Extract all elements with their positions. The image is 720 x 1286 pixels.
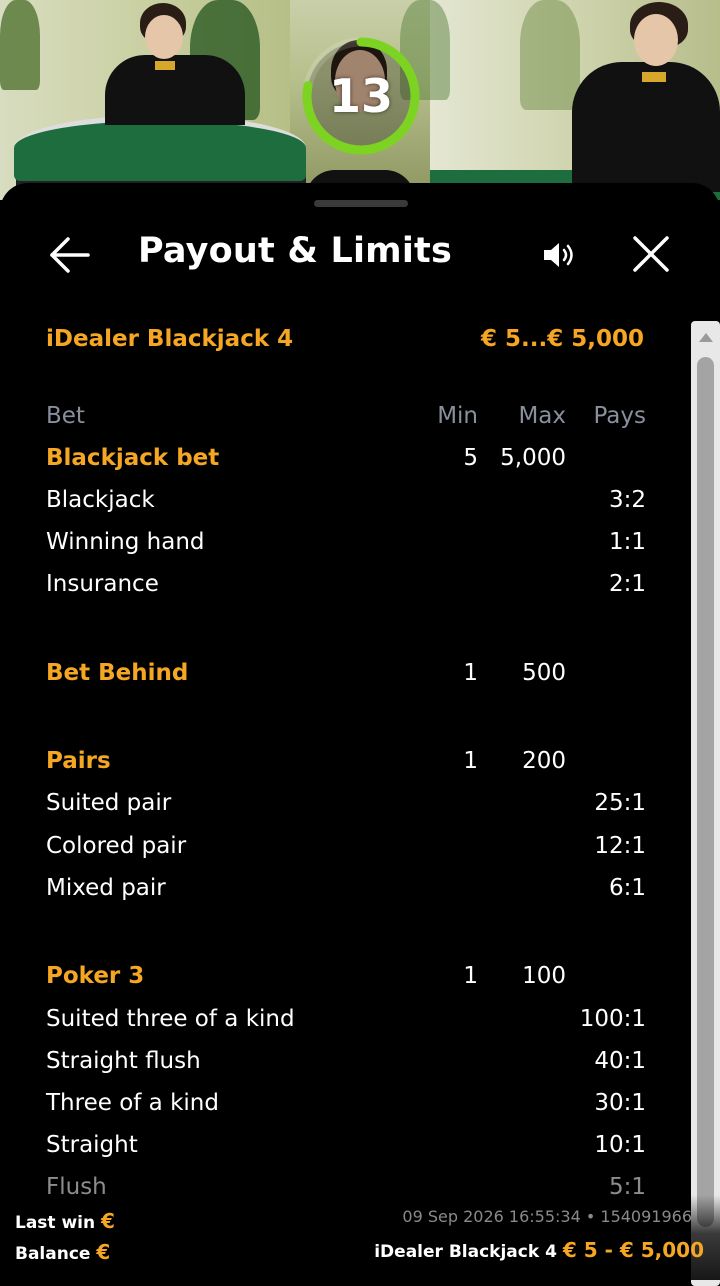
bet-name: Blackjack bet <box>46 445 220 471</box>
close-button[interactable] <box>630 233 672 275</box>
bet-pays: 6:1 <box>608 875 646 901</box>
payout-row: Straight 10:1 <box>46 1132 646 1166</box>
bet-category-row: Bet Behind 1 500 <box>46 660 646 694</box>
bet-pays: 1:1 <box>608 529 646 555</box>
payout-row: Three of a kind 30:1 <box>46 1090 646 1124</box>
bet-min: 1 <box>463 660 478 686</box>
page-title: Payout & Limits <box>138 231 452 271</box>
bet-pays: 10:1 <box>594 1132 646 1158</box>
payout-row: Insurance 2:1 <box>46 571 646 605</box>
bet-category-row: Poker 3 1 100 <box>46 963 646 997</box>
bet-name: Pairs <box>46 748 111 774</box>
balance-label: Balance <box>15 1244 91 1264</box>
bet-name: Blackjack <box>46 487 155 513</box>
panel-drag-handle[interactable] <box>314 200 408 207</box>
bet-min: 1 <box>463 748 478 774</box>
game-bet-range: € 5...€ 5,000 <box>481 326 644 352</box>
bet-pays: 12:1 <box>594 833 646 859</box>
scroll-thumb[interactable] <box>697 357 714 1227</box>
payout-row: Suited three of a kind 100:1 <box>46 1006 646 1040</box>
status-footer: Last win € Balance € 09 Sep 2026 16:55:3… <box>0 1195 720 1280</box>
bet-pays: 40:1 <box>594 1048 646 1074</box>
countdown-timer: 13 <box>300 35 422 157</box>
bet-min: 5 <box>463 445 478 471</box>
sound-button[interactable] <box>540 239 580 271</box>
footer-limits: € 5 - € 5,000 <box>562 1238 704 1262</box>
arrow-left-icon <box>50 237 90 273</box>
bet-pays: 100:1 <box>579 1006 646 1032</box>
last-win: Last win € <box>15 1209 115 1233</box>
bet-pays: 25:1 <box>594 790 646 816</box>
balance-currency: € <box>96 1240 111 1264</box>
bet-name: Winning hand <box>46 529 205 555</box>
bet-max: 200 <box>522 748 566 774</box>
column-pays: Pays <box>593 403 646 429</box>
scrollbar[interactable] <box>691 321 720 1286</box>
bet-min: 1 <box>463 963 478 989</box>
last-win-currency: € <box>101 1209 115 1233</box>
footer-game-name: iDealer Blackjack 4 <box>374 1242 557 1262</box>
bet-name: Bet Behind <box>46 660 189 686</box>
game-name: iDealer Blackjack 4 <box>46 326 294 352</box>
bet-category-row: Blackjack bet 5 5,000 <box>46 445 646 479</box>
close-icon <box>633 236 669 272</box>
bet-name: Colored pair <box>46 833 187 859</box>
bet-name: Insurance <box>46 571 159 597</box>
payout-row: Winning hand 1:1 <box>46 529 646 563</box>
payout-row: Suited pair 25:1 <box>46 790 646 824</box>
scroll-up-arrow-icon[interactable] <box>699 333 713 342</box>
bet-pays: 3:2 <box>608 487 646 513</box>
payout-row: Mixed pair 6:1 <box>46 875 646 909</box>
bet-name: Suited pair <box>46 790 172 816</box>
timer-value: 13 <box>328 69 393 123</box>
bet-max: 100 <box>522 963 566 989</box>
bet-category-row: Pairs 1 200 <box>46 748 646 782</box>
balance: Balance € <box>15 1240 110 1264</box>
bet-max: 500 <box>522 660 566 686</box>
bet-name: Poker 3 <box>46 963 145 989</box>
bet-name: Three of a kind <box>46 1090 219 1116</box>
bet-name: Suited three of a kind <box>46 1006 295 1032</box>
table-header: Bet Min Max Pays <box>46 403 646 437</box>
bet-name: Mixed pair <box>46 875 166 901</box>
back-button[interactable] <box>46 235 92 275</box>
column-max: Max <box>518 403 566 429</box>
column-min: Min <box>437 403 478 429</box>
payout-row: Colored pair 12:1 <box>46 833 646 867</box>
payout-limits-panel: Payout & Limits iDealer Blackjack 4 € 5.… <box>0 183 720 1286</box>
bet-max: 5,000 <box>500 445 566 471</box>
bet-name: Straight <box>46 1132 138 1158</box>
bet-name: Straight flush <box>46 1048 201 1074</box>
column-bet: Bet <box>46 403 85 429</box>
bet-pays: 30:1 <box>594 1090 646 1116</box>
speaker-icon <box>544 243 573 267</box>
last-win-label: Last win <box>15 1213 96 1233</box>
payout-row: Blackjack 3:2 <box>46 487 646 521</box>
payout-row: Straight flush 40:1 <box>46 1048 646 1082</box>
session-timestamp: 09 Sep 2026 16:55:34 • 154091966 <box>402 1207 692 1226</box>
bet-pays: 2:1 <box>608 571 646 597</box>
footer-game-info: iDealer Blackjack 4 € 5 - € 5,000 <box>374 1238 704 1262</box>
